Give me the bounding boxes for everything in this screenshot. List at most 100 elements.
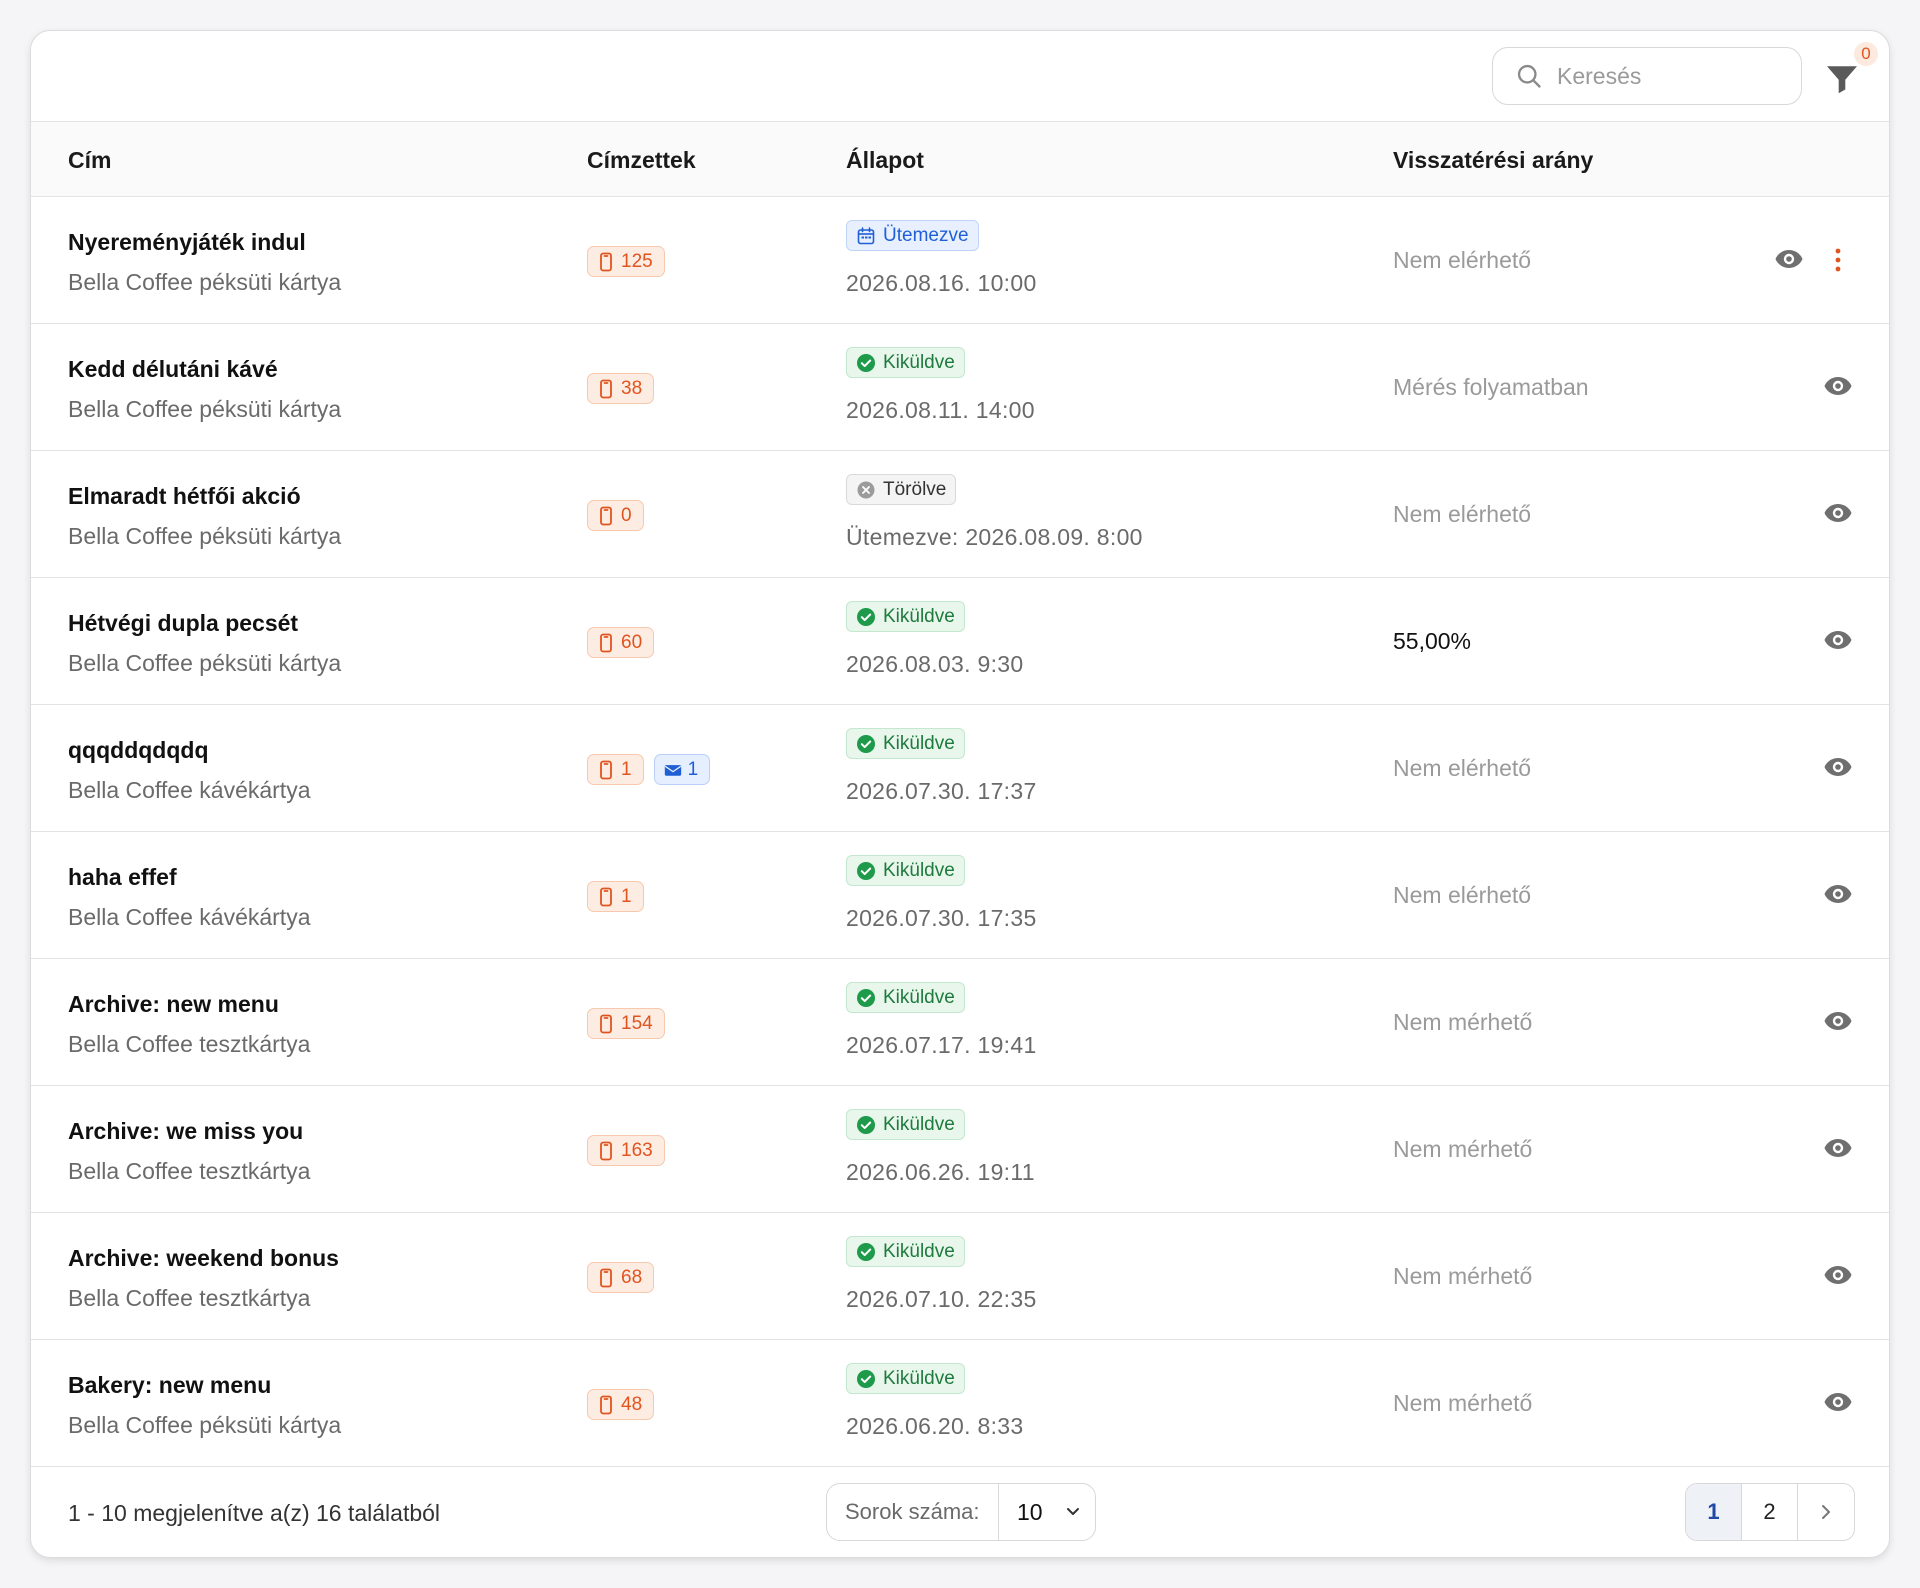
table-row[interactable]: haha effef Bella Coffee kávékártya 1 Kiküld… (31, 832, 1889, 959)
status-badge: Kiküldve (846, 982, 965, 1013)
status-label: Kiküldve (883, 986, 955, 1008)
email-icon (664, 764, 681, 776)
next-page-button[interactable] (1798, 1484, 1854, 1540)
view-icon[interactable] (1823, 1262, 1853, 1288)
view-icon[interactable] (1823, 627, 1853, 653)
column-header-recipients[interactable]: Címzettek (587, 147, 696, 174)
search-box[interactable] (1492, 47, 1802, 105)
sms-recipients-count: 1 (621, 885, 632, 907)
status-label: Törölve (883, 478, 947, 500)
table-header: Cím Címzettek Állapot Visszatérési arány (31, 122, 1889, 197)
sms-recipients-chip: 1 (587, 754, 644, 785)
rows-per-page-dropdown[interactable]: 10 (999, 1499, 1081, 1526)
campaign-card-name: Bella Coffee péksüti kártya (68, 1412, 342, 1438)
check-circle-icon (857, 861, 875, 880)
view-icon[interactable] (1823, 500, 1853, 526)
status-date: 2026.07.30. 17:35 (846, 905, 1037, 931)
column-header-title[interactable]: Cím (68, 147, 111, 174)
filter-icon[interactable] (1823, 61, 1861, 97)
status-badge: Kiküldve (846, 1363, 965, 1394)
table-row[interactable]: Nyereményjáték indul Bella Coffee péksüti… (31, 197, 1889, 324)
status-date: 2026.06.26. 19:11 (846, 1159, 1035, 1185)
page-button-2[interactable]: 2 (1742, 1484, 1798, 1540)
column-header-return-rate[interactable]: Visszatérési arány (1393, 147, 1593, 174)
table-footer: 1 - 10 megjelenítve a(z) 16 találatból S… (31, 1467, 1889, 1557)
sms-recipients-count: 60 (621, 631, 643, 653)
table-row[interactable]: Archive: we miss you Bella Coffee tesztká… (31, 1086, 1889, 1213)
view-icon[interactable] (1823, 373, 1853, 399)
sms-recipients-count: 154 (621, 1012, 653, 1034)
status-label: Kiküldve (883, 732, 955, 754)
check-circle-icon (857, 734, 875, 753)
table-row[interactable]: Archive: weekend bonus Bella Coffee teszt… (31, 1213, 1889, 1340)
view-icon[interactable] (1774, 246, 1804, 272)
table-body: Nyereményjáték indul Bella Coffee péksüti… (31, 197, 1889, 1467)
phone-icon (600, 379, 612, 398)
campaign-card-name: Bella Coffee tesztkártya (68, 1031, 311, 1057)
column-header-status[interactable]: Állapot (846, 147, 924, 174)
status-badge: Kiküldve (846, 1236, 965, 1267)
campaign-title: Elmaradt hétfői akció (68, 483, 301, 509)
sms-recipients-count: 68 (621, 1266, 643, 1288)
sms-recipients-count: 125 (621, 250, 653, 272)
campaign-card-name: Bella Coffee kávékártya (68, 777, 311, 803)
table-toolbar: 0 (31, 31, 1889, 122)
table-row[interactable]: qqqddqdqdq Bella Coffee kávékártya 1 1 Kikül… (31, 705, 1889, 832)
view-icon[interactable] (1823, 1008, 1853, 1034)
view-icon[interactable] (1823, 754, 1853, 780)
return-rate: 55,00% (1393, 628, 1472, 654)
rows-per-page-value: 10 (1017, 1498, 1043, 1525)
view-icon[interactable] (1823, 881, 1853, 907)
rows-per-page-label: Sorok száma: (827, 1484, 999, 1540)
campaign-title: Kedd délutáni kávé (68, 356, 278, 382)
sms-recipients-chip: 60 (587, 627, 655, 658)
status-label: Kiküldve (883, 1367, 955, 1389)
status-date: 2026.08.03. 9:30 (846, 651, 1024, 677)
recipients-cell: 38 (587, 373, 655, 404)
campaign-title: Archive: we miss you (68, 1118, 304, 1144)
table-row[interactable]: Kedd délutáni kávé Bella Coffee péksüti k… (31, 324, 1889, 451)
return-rate: Nem mérhető (1393, 1009, 1533, 1035)
filter-count-badge: 0 (1854, 42, 1878, 66)
table-row[interactable]: Elmaradt hétfői akció Bella Coffee péksüt… (31, 451, 1889, 578)
status-badge: Kiküldve (846, 855, 965, 886)
phone-icon (600, 633, 612, 652)
recipients-cell: 60 (587, 627, 655, 658)
check-circle-icon (857, 1369, 875, 1388)
page-button-1[interactable]: 1 (1686, 1484, 1742, 1540)
check-circle-icon (857, 1115, 875, 1134)
phone-icon (600, 1395, 612, 1414)
search-input[interactable] (1557, 62, 1777, 90)
sms-recipients-chip: 154 (587, 1008, 665, 1039)
check-circle-icon (857, 607, 875, 626)
email-recipients-count: 1 (687, 758, 699, 780)
return-rate: Nem mérhető (1393, 1390, 1533, 1416)
phone-icon (600, 760, 612, 779)
campaign-title: haha effef (68, 864, 177, 890)
sms-recipients-chip: 1 (587, 881, 644, 912)
rows-per-page-select[interactable]: Sorok száma: 10 (826, 1483, 1096, 1541)
phone-icon (600, 1268, 612, 1287)
phone-icon (600, 252, 612, 271)
status-label: Kiküldve (883, 859, 955, 881)
campaign-title: Bakery: new menu (68, 1372, 272, 1398)
table-row[interactable]: Archive: new menu Bella Coffee tesztkárty… (31, 959, 1889, 1086)
table-row[interactable]: Bakery: new menu Bella Coffee péksüti kár… (31, 1340, 1889, 1467)
sms-recipients-chip: 163 (587, 1135, 665, 1166)
campaign-card-name: Bella Coffee péksüti kártya (68, 396, 342, 422)
table-row[interactable]: Hétvégi dupla pecsét Bella Coffee péksüti… (31, 578, 1889, 705)
view-icon[interactable] (1823, 1135, 1853, 1161)
chevron-right-icon (1822, 1505, 1830, 1519)
calendar-icon (857, 226, 875, 244)
phone-icon (600, 1141, 612, 1160)
campaign-card-name: Bella Coffee kávékártya (68, 904, 311, 930)
campaign-card-name: Bella Coffee tesztkártya (68, 1285, 311, 1311)
recipients-cell: 1 (587, 881, 644, 912)
more-options-icon[interactable] (1830, 246, 1846, 274)
status-date: Ütemezve: 2026.08.09. 8:00 (846, 524, 1143, 550)
recipients-cell: 125 (587, 246, 665, 277)
phone-icon (600, 1014, 612, 1033)
status-date: 2026.07.30. 17:37 (846, 778, 1037, 804)
status-badge: Törölve (846, 474, 957, 505)
view-icon[interactable] (1823, 1389, 1853, 1415)
